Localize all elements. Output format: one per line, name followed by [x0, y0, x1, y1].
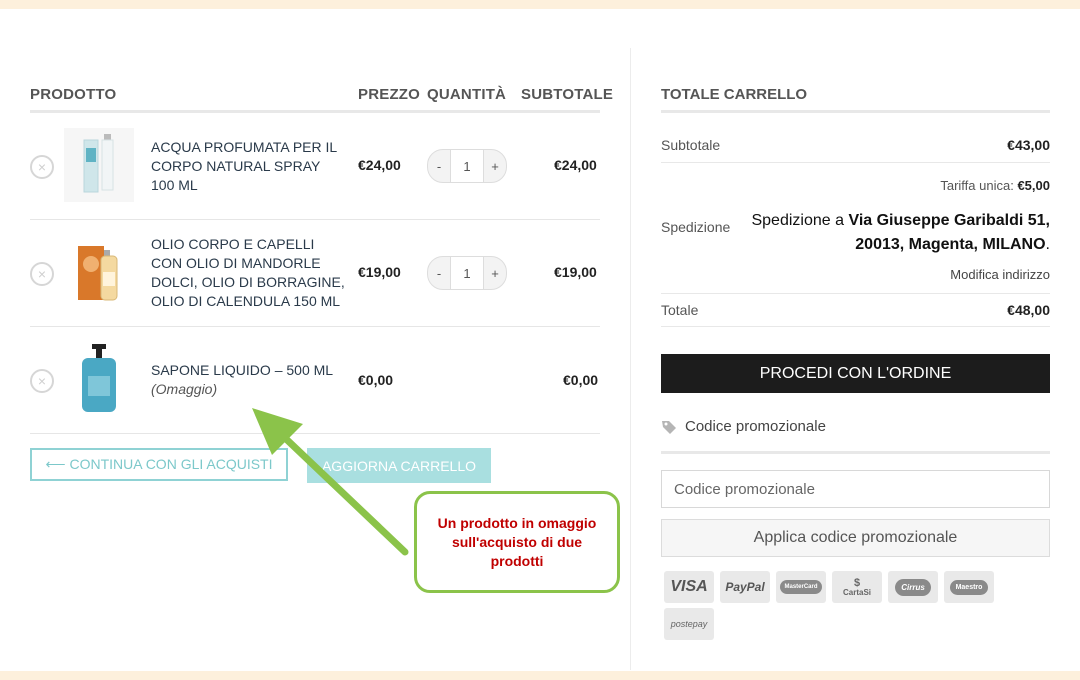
product-thumbnail[interactable]: [64, 128, 134, 202]
qty-decrease-button[interactable]: -: [428, 266, 450, 281]
qty-decrease-button[interactable]: -: [428, 159, 450, 174]
subtotal-value: €43,00: [1007, 137, 1050, 153]
row-divider: [30, 326, 600, 327]
shipping-rate: Tariffa unica: €5,00: [940, 178, 1050, 193]
product-name-link[interactable]: ACQUA PROFUMATA PER IL CORPO NATURAL SPR…: [151, 138, 346, 195]
header-quantity: QUANTITÀ: [427, 86, 507, 103]
item-price: €0,00: [358, 372, 394, 388]
item-price: €19,00: [358, 264, 401, 280]
cirrus-icon: Cirrus: [888, 571, 938, 603]
change-address-link[interactable]: Modifica indirizzo: [950, 267, 1050, 282]
item-subtotal: €19,00: [554, 264, 597, 280]
tag-icon: [662, 420, 676, 434]
annotation-callout: Un prodotto in omaggio sull'acquisto di …: [414, 491, 620, 593]
update-cart-button[interactable]: AGGIORNA CARRELLO: [307, 448, 491, 483]
total-label: Totale: [661, 302, 699, 318]
mastercard-text: MasterCard: [780, 580, 822, 594]
cartasi-text: CartaSi: [842, 587, 871, 597]
shipping-street: Via Giuseppe Garibaldi 51,: [848, 212, 1050, 229]
total-value: €48,00: [1007, 302, 1050, 318]
shipping-address: Spedizione a Via Giuseppe Garibaldi 51, …: [750, 209, 1050, 257]
item-subtotal: €24,00: [554, 157, 597, 173]
shipping-prefix: Spedizione a: [751, 212, 849, 229]
oil-box-image: [78, 246, 118, 301]
qty-input[interactable]: 1: [450, 150, 484, 182]
qty-increase-button[interactable]: +: [484, 266, 506, 281]
column-divider: [630, 48, 631, 670]
cartasi-icon: $ CartaSi: [832, 571, 882, 603]
totals-header-divider: [661, 110, 1050, 113]
promo-toggle-label: Codice promozionale: [685, 418, 826, 435]
maestro-icon: Maestro: [944, 571, 994, 603]
quantity-stepper: - 1 +: [427, 149, 507, 183]
item-subtotal: €0,00: [563, 372, 599, 388]
paypal-icon: PayPal: [720, 571, 770, 603]
shipping-suffix: .: [1045, 236, 1050, 253]
shipping-city: 20013, Magenta, MILANO: [855, 236, 1046, 253]
cartasi-symbol-icon: $: [853, 576, 861, 589]
top-banner-strip: [0, 0, 1080, 9]
footer-strip: [0, 671, 1080, 680]
product-thumbnail[interactable]: [64, 236, 134, 310]
subtotal-label: Subtotale: [661, 137, 721, 153]
cart-totals-title: TOTALE CARRELLO: [661, 86, 808, 103]
shipping-rate-value: €5,00: [1017, 178, 1050, 193]
header-divider: [30, 110, 600, 113]
visa-icon: VISA: [664, 571, 714, 603]
product-name-block: SAPONE LIQUIDO – 500 ml (Omaggio): [151, 361, 346, 399]
totals-divider: [661, 293, 1050, 294]
shipping-rate-label: Tariffa unica:: [940, 178, 1014, 193]
product-name-link[interactable]: SAPONE LIQUIDO – 500 ml: [151, 362, 333, 378]
spray-bottle-image: [83, 134, 114, 193]
shipping-label: Spedizione: [661, 219, 731, 235]
qty-increase-button[interactable]: +: [484, 159, 506, 174]
maestro-text: Maestro: [949, 579, 989, 595]
quantity-stepper: - 1 +: [427, 256, 507, 290]
product-thumbnail[interactable]: [64, 342, 134, 418]
product-name-link[interactable]: OLIO CORPO E CAPELLI CON OLIO DI MANDORL…: [151, 235, 346, 311]
continue-shopping-button[interactable]: ⟵ CONTINUA CON GLI ACQUISTI: [30, 448, 288, 481]
totals-divider: [661, 162, 1050, 163]
qty-input[interactable]: 1: [450, 257, 484, 289]
mastercard-icon: MasterCard: [776, 571, 826, 603]
remove-item-button[interactable]: ×: [30, 155, 54, 179]
promo-code-toggle[interactable]: Codice promozionale: [661, 418, 826, 435]
promo-code-input[interactable]: [661, 470, 1050, 508]
postepay-icon: postepay: [664, 608, 714, 640]
proceed-to-checkout-button[interactable]: PROCEDI CON L'ORDINE: [661, 354, 1050, 393]
header-price: PREZZO: [358, 86, 421, 103]
remove-item-button[interactable]: ×: [30, 262, 54, 286]
header-subtotal: SUBTOTALE: [521, 86, 614, 103]
cirrus-text: Cirrus: [895, 578, 931, 596]
row-divider: [30, 433, 600, 434]
gift-label: (Omaggio): [151, 381, 218, 397]
header-product: PRODOTTO: [30, 86, 117, 103]
row-divider: [30, 219, 600, 220]
item-price: €24,00: [358, 157, 401, 173]
totals-divider: [661, 326, 1050, 327]
soap-dispenser-image: [82, 344, 116, 412]
promo-divider: [661, 451, 1050, 454]
apply-promo-button[interactable]: Applica codice promozionale: [661, 519, 1050, 557]
remove-item-button[interactable]: ×: [30, 369, 54, 393]
